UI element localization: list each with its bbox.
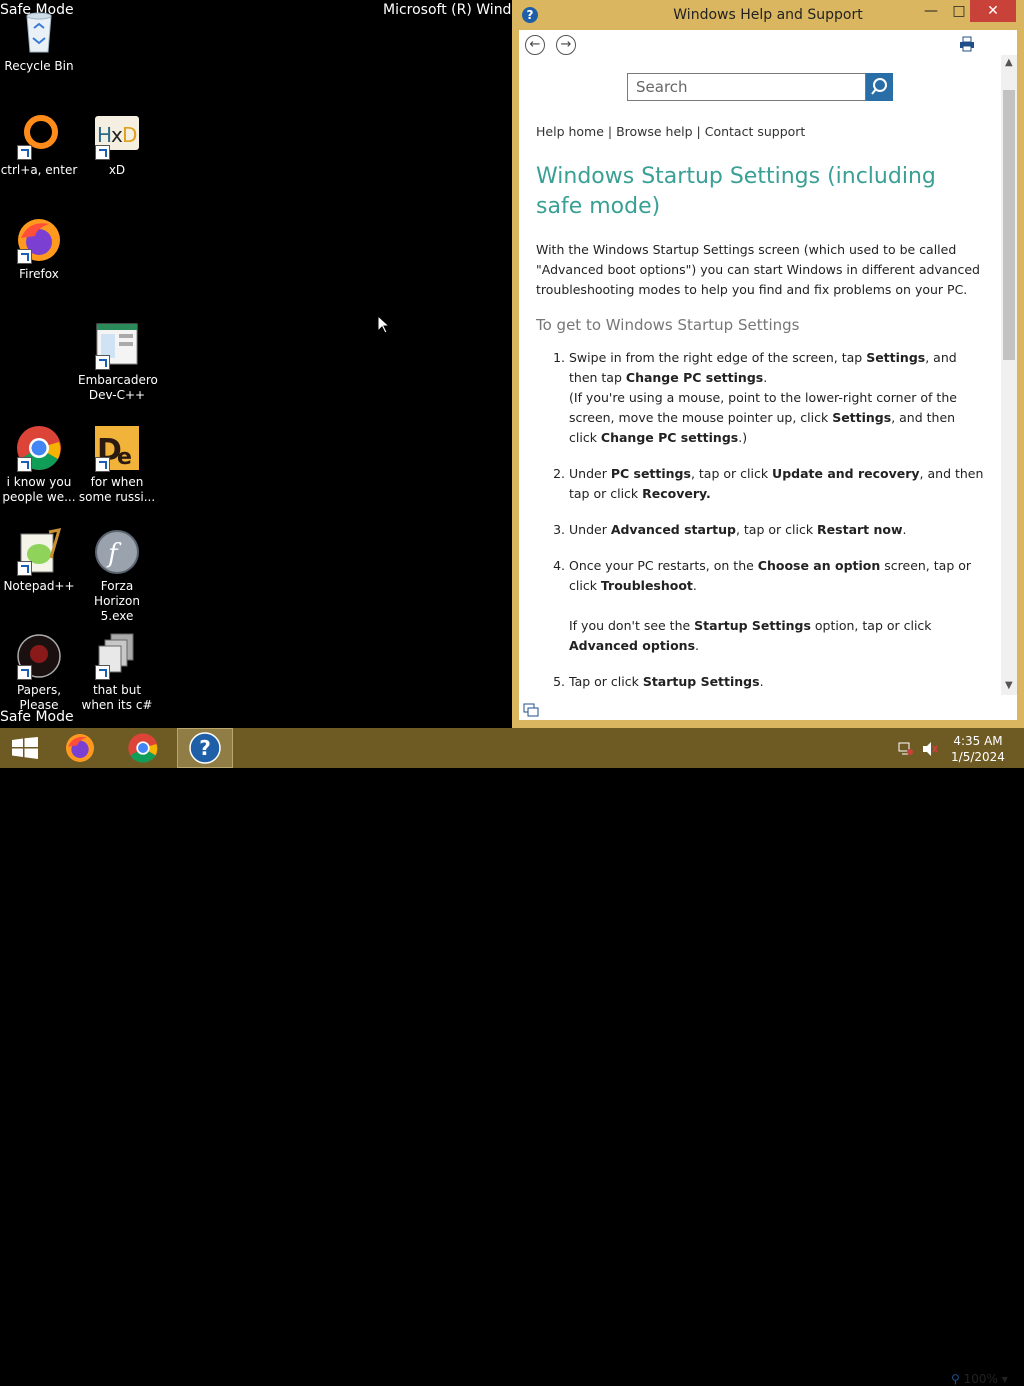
zoom-control[interactable]: ⚲ 100% ▾	[951, 1372, 1008, 1386]
article-heading: Windows Startup Settings (including safe…	[536, 164, 936, 219]
network-icon[interactable]	[898, 741, 914, 757]
shortcut-arrow-icon	[95, 457, 110, 472]
zoom-icon: ⚲	[951, 1372, 960, 1386]
notepadpp-icon	[15, 528, 63, 576]
help-window: ? Windows Help and Support — □ ✕ ← → Sea…	[512, 0, 1024, 1386]
background-window-title: Microsoft (R) Windo	[383, 2, 513, 18]
forward-button[interactable]: →	[556, 35, 576, 55]
scroll-up-icon[interactable]: ▲	[1005, 57, 1013, 68]
devcpp-icon	[93, 322, 141, 370]
clock[interactable]: 4:35 AM 1/5/2024	[948, 733, 1008, 765]
desktop-icon-chrome[interactable]: i know you people we...	[0, 424, 78, 505]
shortcut-arrow-icon	[17, 249, 32, 264]
papers-please-icon	[15, 632, 63, 680]
step-5: Tap or click Startup Settings.	[569, 672, 986, 692]
desktop-icon-recycle-bin[interactable]: Recycle Bin	[0, 8, 78, 74]
windows-logo-icon	[12, 737, 38, 759]
shortcut-arrow-icon	[17, 145, 32, 160]
ring-icon	[15, 112, 63, 160]
desktop-icon-label: i know you people we...	[2, 475, 76, 504]
desktop-icon-label: for when some russi...	[78, 475, 156, 504]
svg-text:D: D	[122, 123, 137, 147]
desktop-icon-label: ctrl+a, enter	[0, 163, 78, 177]
desktop-icon-label: Firefox	[19, 267, 59, 281]
firefox-icon	[15, 216, 63, 264]
desktop-icon-csharp[interactable]: that but when its c#	[78, 632, 156, 713]
search-input[interactable]: Search	[627, 73, 866, 101]
desktop-icon-ctrl-a-enter[interactable]: ctrl+a, enter	[0, 112, 78, 178]
shortcut-arrow-icon	[17, 457, 32, 472]
vertical-scrollbar[interactable]: ▲ ▼	[1001, 55, 1017, 695]
volume-muted-icon[interactable]	[922, 741, 938, 757]
desktop-icon-notepadpp[interactable]: Notepad++	[0, 528, 78, 594]
desktop-icon-devcpp[interactable]: Embarcadero Dev-C++	[78, 322, 158, 403]
close-button[interactable]: ✕	[970, 0, 1016, 22]
desktop-icon-xd[interactable]: HxD xD	[78, 112, 156, 178]
help-nav-links[interactable]: Help home | Browse help | Contact suppor…	[536, 124, 986, 139]
article: Help home | Browse help | Contact suppor…	[536, 124, 986, 708]
shortcut-arrow-icon	[95, 145, 110, 160]
help-icon: ?	[189, 732, 221, 764]
taskbar-firefox[interactable]	[53, 728, 109, 768]
hxd-icon: HxD	[93, 112, 141, 160]
mouse-pointer-icon	[377, 315, 389, 334]
zoom-value: 100%	[963, 1372, 998, 1386]
minimize-button[interactable]: —	[916, 0, 946, 22]
svg-text:H: H	[97, 123, 112, 147]
start-button[interactable]	[0, 728, 56, 768]
taskbar-chrome[interactable]	[115, 728, 171, 768]
search-button[interactable]	[866, 73, 893, 101]
recycle-bin-icon	[15, 8, 63, 56]
shortcut-arrow-icon	[95, 355, 110, 370]
shortcut-arrow-icon	[95, 665, 110, 680]
desktop-icon-forza[interactable]: f Forza Horizon 5.exe	[78, 528, 156, 624]
scroll-down-icon[interactable]: ▼	[1005, 680, 1013, 691]
desktop-icon-label: that but when its c#	[81, 683, 153, 712]
scrollbar-thumb[interactable]	[1003, 90, 1015, 360]
svg-text:?: ?	[199, 736, 211, 760]
chrome-icon	[128, 733, 158, 763]
article-subheading: To get to Windows Startup Settings	[536, 316, 800, 334]
clock-time: 4:35 AM	[953, 734, 1003, 748]
search-icon	[871, 78, 887, 95]
shortcut-arrow-icon	[17, 561, 32, 576]
desktop-icon-label: Notepad++	[3, 579, 75, 593]
de-icon: De	[93, 424, 141, 472]
search-placeholder: Search	[636, 78, 688, 96]
help-content-area: ← → Search Help home | Browse help | Con…	[519, 30, 1017, 1386]
chevron-down-icon: ▾	[1001, 1372, 1008, 1386]
status-bar: ⚲ 100% ▾	[519, 700, 1017, 1386]
shortcut-arrow-icon	[17, 665, 32, 680]
desktop-icon-label: Recycle Bin	[4, 59, 74, 73]
desktop-icon-label: Embarcadero Dev-C++	[78, 373, 158, 402]
taskbar-help-and-support[interactable]: ?	[177, 728, 233, 768]
step-4: Once your PC restarts, on the Choose an …	[569, 556, 986, 656]
firefox-icon	[66, 734, 94, 762]
taskbar: ? 4:35 AM 1/5/2024	[0, 728, 1024, 768]
flash-icon: f	[93, 528, 141, 576]
desktop-icon-papers-please[interactable]: Papers, Please	[0, 632, 78, 713]
steps-list: Swipe in from the right edge of the scre…	[536, 348, 986, 692]
svg-text:e: e	[117, 445, 132, 470]
clock-date: 1/5/2024	[951, 750, 1005, 764]
view-icon[interactable]	[523, 702, 539, 718]
safe-mode-label-bottom: Safe Mode	[0, 709, 74, 725]
article-intro: With the Windows Startup Settings screen…	[536, 242, 980, 297]
chrome-icon	[15, 424, 63, 472]
desktop-icon-label: Forza Horizon 5.exe	[94, 579, 140, 623]
desktop-icon-de[interactable]: De for when some russi...	[78, 424, 156, 505]
step-1: Swipe in from the right edge of the scre…	[569, 348, 986, 448]
title-bar[interactable]: ? Windows Help and Support — □ ✕	[512, 0, 1024, 30]
back-button[interactable]: ←	[525, 35, 545, 55]
print-icon[interactable]	[959, 36, 975, 52]
step-2: Under PC settings, tap or click Update a…	[569, 464, 986, 504]
stack-icon	[93, 632, 141, 680]
desktop-icon-firefox[interactable]: Firefox	[0, 216, 78, 282]
desktop-icon-label: xD	[108, 163, 126, 177]
step-3: Under Advanced startup, tap or click Res…	[569, 520, 986, 540]
